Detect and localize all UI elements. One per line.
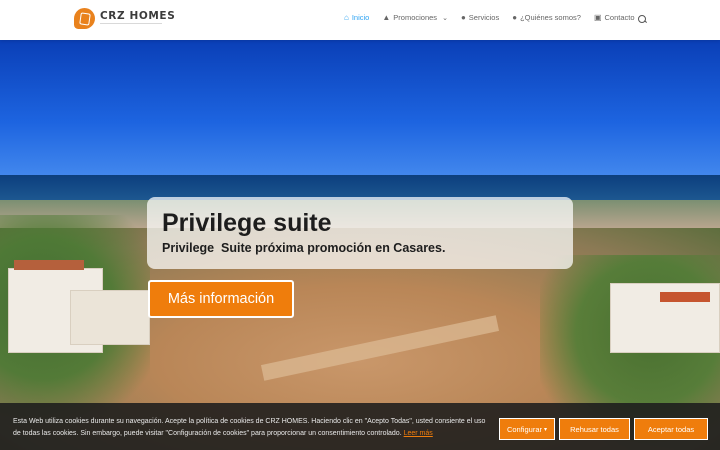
caret-down-icon: ▾ <box>544 426 548 433</box>
nav-item-promociones[interactable]: ▲ Promociones ⌄ <box>382 13 448 22</box>
contact-card-icon: ▣ <box>593 12 602 22</box>
info-icon: ● <box>460 12 466 22</box>
cookie-read-more-link[interactable]: Leer más <box>404 430 433 437</box>
cookie-configure-button[interactable]: Configurar ▾ <box>499 418 555 440</box>
nav-item-quienes-somos[interactable]: ● ¿Quiénes somos? <box>512 13 581 22</box>
search-icon[interactable] <box>638 15 647 24</box>
buildings-icon: ▲ <box>382 12 391 22</box>
site-header: CRZ HOMES ⌂ Inicio ▲ Promociones ⌄ ● Ser… <box>0 0 720 40</box>
logo-underline <box>100 23 162 25</box>
main-nav: ⌂ Inicio ▲ Promociones ⌄ ● Servicios ● ¿… <box>344 13 648 22</box>
cookie-accept-button[interactable]: Aceptar todas <box>634 418 708 440</box>
site-logo[interactable]: CRZ HOMES <box>74 8 175 29</box>
cookie-banner: Esta Web utiliza cookies durante su nave… <box>0 403 720 450</box>
hero-building <box>70 290 150 345</box>
hero-roof <box>660 292 710 302</box>
hero-title: Privilege suite <box>162 209 332 237</box>
logo-text: CRZ HOMES <box>100 9 176 22</box>
hero-text-box: Privilege suite Privilege Suite próxima … <box>147 197 573 269</box>
nav-item-label: Inicio <box>351 13 370 22</box>
home-icon: ⌂ <box>344 12 349 22</box>
cookie-text: Esta Web utiliza cookies durante su nave… <box>13 416 495 440</box>
hero-roof <box>14 260 84 270</box>
logo-icon <box>74 8 95 29</box>
nav-item-servicios[interactable]: ● Servicios <box>461 13 499 22</box>
users-icon: ● <box>512 12 518 22</box>
chevron-down-icon: ⌄ <box>442 14 448 22</box>
nav-item-contacto[interactable]: ▣ Contacto <box>594 13 635 22</box>
nav-item-label: Promociones <box>393 13 438 22</box>
nav-item-label: ¿Quiénes somos? <box>520 13 581 22</box>
nav-item-label: Servicios <box>468 13 500 22</box>
cookie-reject-button[interactable]: Rehusar todas <box>559 418 630 440</box>
more-info-button[interactable]: Más información <box>148 280 294 318</box>
hero-subtitle: Privilege Suite próxima promoción en Cas… <box>162 241 446 255</box>
nav-item-label: Contacto <box>604 13 635 22</box>
cookie-configure-label: Configurar <box>506 424 542 434</box>
hero-banner: Privilege suite Privilege Suite próxima … <box>0 40 720 450</box>
nav-item-inicio[interactable]: ⌂ Inicio <box>344 13 369 22</box>
